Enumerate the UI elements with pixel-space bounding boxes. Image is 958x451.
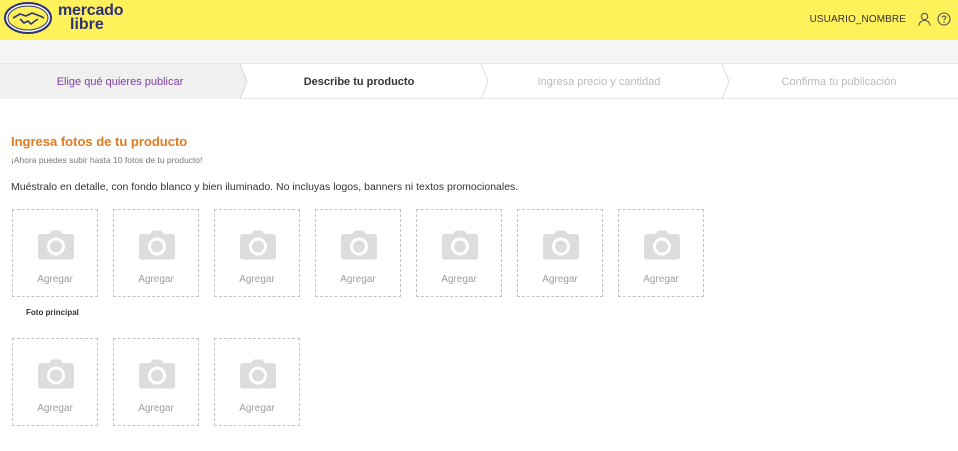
- camera-icon: [644, 230, 680, 260]
- photo-upload-slot[interactable]: Agregar: [214, 338, 300, 426]
- camera-icon: [442, 230, 478, 260]
- add-photo-label: Agregar: [37, 274, 73, 285]
- section-title: Ingresa fotos de tu producto: [11, 134, 188, 149]
- add-photo-label: Agregar: [37, 403, 73, 414]
- publication-steps: Elige qué quieres publicar Describe tu p…: [0, 64, 958, 99]
- camera-icon: [139, 230, 175, 260]
- step-price-quantity: Ingresa precio y cantidad: [537, 75, 661, 88]
- photo-upload-slot[interactable]: Agregar: [416, 209, 502, 297]
- photo-upload-slot[interactable]: Agregar: [113, 338, 199, 426]
- photo-instructions: Muéstralo en detalle, con fondo blanco y…: [11, 181, 519, 193]
- camera-icon: [543, 230, 579, 260]
- user-area: USUARIO_NOMBRE: [810, 11, 952, 27]
- add-photo-label: Agregar: [138, 403, 174, 414]
- logo-line-2: libre: [70, 16, 104, 33]
- top-header: mercado libre USUARIO_NOMBRE: [0, 0, 958, 40]
- step-describe-product[interactable]: Describe tu producto: [246, 64, 472, 99]
- add-photo-label: Agregar: [239, 403, 275, 414]
- photo-upload-slot[interactable]: Agregar: [12, 338, 98, 426]
- photo-upload-slot[interactable]: Agregar: [618, 209, 704, 297]
- step-choose-what-to-publish[interactable]: Elige qué quieres publicar: [0, 64, 240, 99]
- photo-upload-slot[interactable]: Agregar: [214, 209, 300, 297]
- username-link[interactable]: USUARIO_NOMBRE: [810, 14, 906, 25]
- main-photo-label: Foto principal: [26, 308, 79, 317]
- handshake-logo-icon: [4, 2, 52, 34]
- help-icon[interactable]: [936, 11, 952, 27]
- add-photo-label: Agregar: [239, 274, 275, 285]
- camera-icon: [38, 359, 74, 389]
- camera-icon: [38, 230, 74, 260]
- camera-icon: [240, 230, 276, 260]
- camera-icon: [139, 359, 175, 389]
- add-photo-label: Agregar: [340, 274, 376, 285]
- add-photo-label: Agregar: [441, 274, 477, 285]
- photo-upload-slot[interactable]: Agregar: [517, 209, 603, 297]
- section-subtitle: ¡Ahora puedes subir hasta 10 fotos de tu…: [11, 155, 203, 165]
- photo-upload-slot[interactable]: Agregar: [12, 209, 98, 297]
- camera-icon: [240, 359, 276, 389]
- header-subbar: [0, 40, 958, 64]
- user-icon[interactable]: [916, 11, 932, 27]
- add-photo-label: Agregar: [138, 274, 174, 285]
- logo-wordmark: mercado libre: [58, 3, 123, 33]
- add-photo-label: Agregar: [542, 274, 578, 285]
- photo-upload-slot[interactable]: Agregar: [315, 209, 401, 297]
- add-photo-label: Agregar: [643, 274, 679, 285]
- mercado-libre-logo[interactable]: mercado libre: [4, 2, 123, 34]
- photo-upload-slot[interactable]: Agregar: [113, 209, 199, 297]
- step-confirm-publication: Confirma tu publicación: [781, 75, 897, 88]
- camera-icon: [341, 230, 377, 260]
